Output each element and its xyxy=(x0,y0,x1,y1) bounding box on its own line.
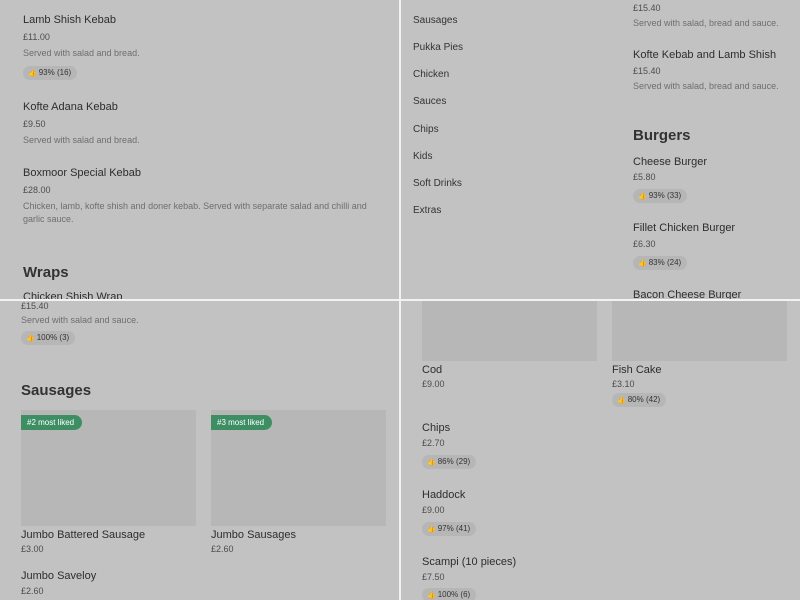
menu-item-price: £3.00 xyxy=(21,544,44,554)
thumbs-up-icon: 👍 xyxy=(638,193,647,200)
thumbs-up-icon: 👍 xyxy=(638,260,647,267)
menu-item-description: Served with salad and bread. xyxy=(23,48,140,58)
thumbs-up-icon: 👍 xyxy=(427,459,436,466)
panel-bottom-left: £15.40 Served with salad and sauce. 👍 100… xyxy=(0,301,399,600)
menu-item-name[interactable]: Chicken Shish Wrap xyxy=(23,291,122,299)
menu-item-name[interactable]: Chips xyxy=(422,422,450,434)
category-link[interactable]: Chicken xyxy=(413,69,449,80)
category-link[interactable]: Kids xyxy=(413,151,432,162)
menu-item-name[interactable]: Boxmoor Special Kebab xyxy=(23,167,141,179)
rating-text: 86% (29) xyxy=(437,457,471,466)
menu-item-name[interactable]: Haddock xyxy=(422,489,465,501)
rating-badge: 👍 80% (42) xyxy=(612,393,667,407)
menu-item-price: £11.00 xyxy=(23,32,50,42)
item-card-image[interactable] xyxy=(612,301,787,361)
thumbs-up-icon: 👍 xyxy=(28,70,37,77)
category-link[interactable]: Extras xyxy=(413,205,441,216)
rating-text: 100% (3) xyxy=(36,333,70,342)
most-liked-badge: #2 most liked xyxy=(21,415,83,430)
menu-item-price: £9.50 xyxy=(23,119,46,129)
category-link[interactable]: Chips xyxy=(413,124,439,135)
menu-item-name[interactable]: Jumbo Saveloy xyxy=(21,570,96,582)
menu-item-name[interactable]: Kofte Kebab and Lamb Shish xyxy=(633,49,776,61)
section-heading-sausages: Sausages xyxy=(21,382,92,399)
menu-item-description: Served with salad, bread and sauce. xyxy=(633,81,779,91)
menu-item-name[interactable]: Scampi (10 pieces) xyxy=(422,556,516,568)
horizontal-divider xyxy=(0,299,800,301)
menu-item-price: £15.40 xyxy=(633,3,661,13)
rating-badge: 👍 97% (41) xyxy=(422,522,477,536)
menu-item-price: £6.30 xyxy=(633,239,656,249)
panel-top-right: Sausages Pukka Pies Chicken Sauces Chips… xyxy=(401,0,800,299)
menu-item-description: Served with salad and sauce. xyxy=(21,315,139,325)
menu-item-name[interactable]: Kofte Adana Kebab xyxy=(23,101,118,113)
panel-bottom-right: Cod £9.00 Fish Cake £3.10 👍 80% (42) Chip… xyxy=(401,301,800,600)
menu-item-price: £2.60 xyxy=(21,586,44,596)
rating-badge: 👍 93% (16) xyxy=(23,66,78,80)
menu-item-price: £5.80 xyxy=(633,172,656,182)
rating-text: 93% (16) xyxy=(38,68,72,77)
menu-item-name[interactable]: Cheese Burger xyxy=(633,156,707,168)
rating-text: 83% (24) xyxy=(648,258,682,267)
category-link[interactable]: Sausages xyxy=(413,15,457,26)
thumbs-up-icon: 👍 xyxy=(617,397,626,404)
menu-item-name[interactable]: Cod xyxy=(422,364,442,376)
menu-item-price: £9.00 xyxy=(422,379,445,389)
most-liked-badge: #3 most liked xyxy=(211,415,273,430)
rating-text: 97% (41) xyxy=(437,524,471,533)
rating-badge: 👍 100% (6) xyxy=(422,588,477,600)
panel-top-left: Lamb Shish Kebab £11.00 Served with sala… xyxy=(0,0,399,299)
rating-text: 100% (6) xyxy=(437,590,471,599)
menu-item-price: £9.00 xyxy=(422,505,445,515)
section-heading-burgers: Burgers xyxy=(633,127,691,144)
menu-item-price: £3.10 xyxy=(612,379,635,389)
section-heading-wraps: Wraps xyxy=(23,264,69,281)
menu-item-name[interactable]: Jumbo Sausages xyxy=(211,529,296,541)
rating-badge: 👍 86% (29) xyxy=(422,455,477,469)
menu-item-name[interactable]: Fillet Chicken Burger xyxy=(633,222,735,234)
thumbs-up-icon: 👍 xyxy=(427,526,436,533)
menu-item-description: Chicken, lamb, kofte shish and doner keb… xyxy=(23,201,367,224)
menu-item-name[interactable]: Bacon Cheese Burger xyxy=(633,289,741,299)
rating-badge: 👍 93% (33) xyxy=(633,189,688,203)
category-link[interactable]: Sauces xyxy=(413,96,446,107)
rating-badge: 👍 100% (3) xyxy=(21,331,76,345)
menu-item-price: £15.40 xyxy=(21,301,49,311)
menu-item-name[interactable]: Jumbo Battered Sausage xyxy=(21,529,145,541)
rating-text: 93% (33) xyxy=(648,191,682,200)
menu-item-price: £2.70 xyxy=(422,438,445,448)
thumbs-up-icon: 👍 xyxy=(427,592,436,599)
category-link[interactable]: Soft Drinks xyxy=(413,178,462,189)
thumbs-up-icon: 👍 xyxy=(26,335,35,342)
menu-item-price: £7.50 xyxy=(422,572,445,582)
item-card-image[interactable] xyxy=(422,301,597,361)
menu-item-name[interactable]: Lamb Shish Kebab xyxy=(23,14,116,26)
menu-item-description: Served with salad, bread and sauce. xyxy=(633,18,779,28)
menu-item-description: Served with salad and bread. xyxy=(23,135,140,145)
rating-text: 80% (42) xyxy=(627,395,661,404)
menu-item-price: £2.60 xyxy=(211,544,234,554)
menu-item-price: £28.00 xyxy=(23,185,51,195)
menu-item-name[interactable]: Fish Cake xyxy=(612,364,662,376)
rating-badge: 👍 83% (24) xyxy=(633,256,688,270)
menu-item-price: £15.40 xyxy=(633,66,661,76)
category-link[interactable]: Pukka Pies xyxy=(413,42,463,53)
